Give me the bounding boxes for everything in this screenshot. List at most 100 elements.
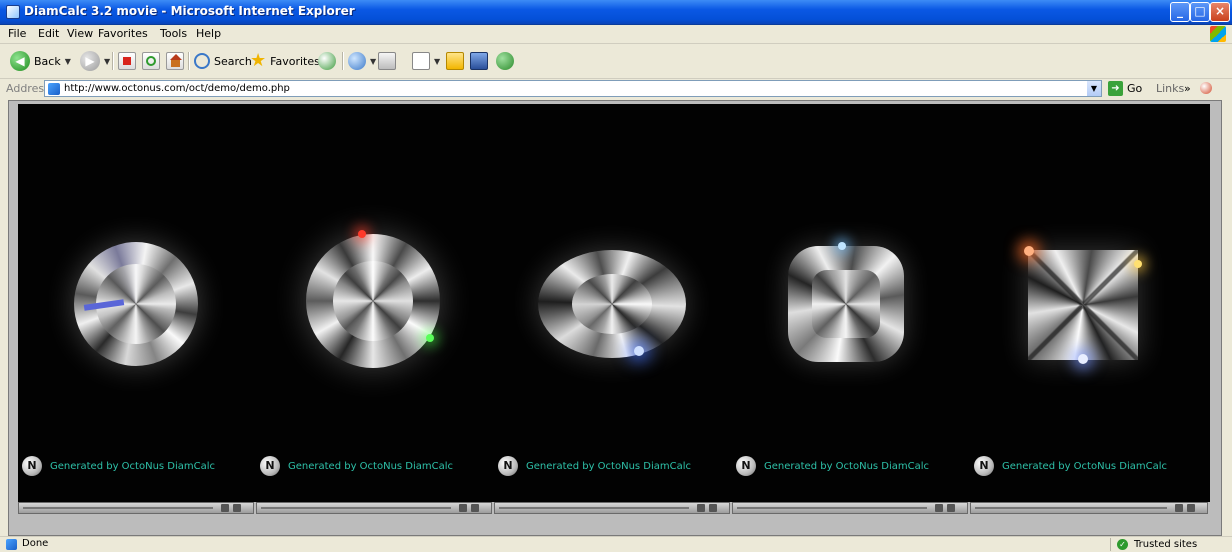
chevron-down-icon[interactable]: ▼ xyxy=(370,57,376,66)
chevron-right-icon[interactable]: » xyxy=(1184,82,1191,95)
menu-view[interactable]: View xyxy=(67,27,93,40)
movie-scrubber[interactable] xyxy=(256,502,492,514)
page-icon xyxy=(48,82,60,95)
toolbar: ◀ Back ▼ ▶ ▼ Search ★ Favorites ▼ ▼ xyxy=(0,44,1232,79)
step-icon[interactable] xyxy=(233,504,241,512)
round-diamond-image xyxy=(74,242,198,366)
octonus-credit: N Generated by OctoNus DiamCalc xyxy=(22,456,215,476)
security-zone[interactable]: ✓ Trusted sites xyxy=(1110,538,1197,551)
mail-button[interactable] xyxy=(378,51,396,71)
close-button[interactable]: × xyxy=(1210,2,1230,22)
octonus-logo-icon: N xyxy=(260,456,280,476)
play-icon[interactable] xyxy=(1175,504,1183,512)
movie-scrubber[interactable] xyxy=(18,502,254,514)
diamond-panel xyxy=(494,104,732,502)
menu-edit[interactable]: Edit xyxy=(38,27,59,40)
favorites-button[interactable]: ★ Favorites xyxy=(250,51,320,71)
forward-arrow-icon: ▶ xyxy=(80,51,100,71)
windows-logo-icon xyxy=(1210,26,1226,42)
stop-button[interactable] xyxy=(118,51,136,71)
page-done-icon xyxy=(6,539,17,550)
chevron-down-icon[interactable]: ▼ xyxy=(65,57,71,66)
address-input[interactable] xyxy=(64,83,1064,94)
step-icon[interactable] xyxy=(709,504,717,512)
back-button[interactable]: ◀ Back ▼ xyxy=(10,51,71,71)
address-bar: Address ▼ ➜ Go Links » xyxy=(0,79,1232,99)
check-icon: ✓ xyxy=(1117,539,1128,550)
credit-text: Generated by OctoNus DiamCalc xyxy=(764,460,930,472)
menu-tools[interactable]: Tools xyxy=(160,27,187,40)
play-icon[interactable] xyxy=(221,504,229,512)
refresh-icon xyxy=(142,52,160,70)
links-label[interactable]: Links xyxy=(1156,82,1184,95)
history-button[interactable]: ▼ xyxy=(348,51,376,71)
diamond-panel xyxy=(18,104,256,502)
princess-diamond-image xyxy=(1024,246,1142,364)
refresh-button[interactable] xyxy=(142,51,160,71)
scrubber-track[interactable] xyxy=(261,507,451,509)
play-icon[interactable] xyxy=(697,504,705,512)
octonus-logo-icon: N xyxy=(498,456,518,476)
minimize-button[interactable]: _ xyxy=(1170,2,1190,22)
go-button[interactable]: ➜ Go xyxy=(1108,81,1142,96)
go-arrow-icon: ➜ xyxy=(1108,81,1123,96)
maximize-button[interactable]: □ xyxy=(1190,2,1210,22)
movie-scrubber[interactable] xyxy=(732,502,968,514)
research-icon xyxy=(470,52,488,70)
step-icon[interactable] xyxy=(947,504,955,512)
menu-help[interactable]: Help xyxy=(196,27,221,40)
menu-file[interactable]: File xyxy=(8,27,26,40)
credit-text: Generated by OctoNus DiamCalc xyxy=(526,460,692,472)
movie-scrubber[interactable] xyxy=(970,502,1208,514)
edit-button[interactable]: ▼ xyxy=(412,51,440,71)
round-diamond-image xyxy=(306,230,440,368)
scrubber-track[interactable] xyxy=(737,507,927,509)
search-icon xyxy=(194,53,210,69)
star-icon: ★ xyxy=(250,50,267,71)
toolbar-separator xyxy=(342,52,344,70)
diamond-panel xyxy=(732,104,970,502)
octonus-credit: N Generated by OctoNus DiamCalc xyxy=(498,456,691,476)
octonus-credit: N Generated by OctoNus DiamCalc xyxy=(974,456,1167,476)
title-bar: DiamCalc 3.2 movie - Microsoft Internet … xyxy=(0,0,1232,25)
back-label: Back xyxy=(34,54,61,68)
chevron-down-icon[interactable]: ▼ xyxy=(434,57,440,66)
scrubber-track[interactable] xyxy=(23,507,213,509)
octonus-credit: N Generated by OctoNus DiamCalc xyxy=(260,456,453,476)
research-button[interactable] xyxy=(470,51,488,71)
search-button[interactable]: Search xyxy=(194,51,252,71)
home-icon xyxy=(166,52,184,70)
address-field[interactable]: ▼ xyxy=(44,80,1102,97)
toolbar-extension-icon[interactable] xyxy=(1200,82,1212,94)
step-icon[interactable] xyxy=(471,504,479,512)
media-button[interactable] xyxy=(318,51,336,71)
play-icon[interactable] xyxy=(935,504,943,512)
credit-text: Generated by OctoNus DiamCalc xyxy=(50,460,216,472)
folder-icon xyxy=(446,52,464,70)
menu-favorites[interactable]: Favorites xyxy=(98,27,148,40)
octonus-credit: N Generated by OctoNus DiamCalc xyxy=(736,456,929,476)
forward-button[interactable]: ▶ ▼ xyxy=(80,51,110,71)
status-text: Done xyxy=(22,538,49,549)
scrubber-track[interactable] xyxy=(499,507,689,509)
chevron-down-icon[interactable]: ▼ xyxy=(1087,81,1101,96)
oval-diamond-image xyxy=(538,250,686,358)
discuss-button[interactable] xyxy=(446,51,464,71)
messenger-icon xyxy=(496,52,514,70)
step-icon[interactable] xyxy=(1187,504,1195,512)
diamond-panel xyxy=(256,104,494,502)
zone-text: Trusted sites xyxy=(1134,539,1198,550)
play-icon[interactable] xyxy=(459,504,467,512)
chevron-down-icon[interactable]: ▼ xyxy=(104,57,110,66)
movie-scrubber[interactable] xyxy=(494,502,730,514)
ie-app-icon xyxy=(6,5,20,19)
octonus-logo-icon: N xyxy=(974,456,994,476)
home-button[interactable] xyxy=(166,51,184,71)
document-icon xyxy=(412,52,430,70)
history-icon xyxy=(348,52,366,70)
scrubber-track[interactable] xyxy=(975,507,1167,509)
messenger-button[interactable] xyxy=(496,51,514,71)
movie-stage: N Generated by OctoNus DiamCalc N Genera… xyxy=(18,104,1210,502)
search-label: Search xyxy=(214,54,252,68)
toolbar-separator xyxy=(112,52,114,70)
